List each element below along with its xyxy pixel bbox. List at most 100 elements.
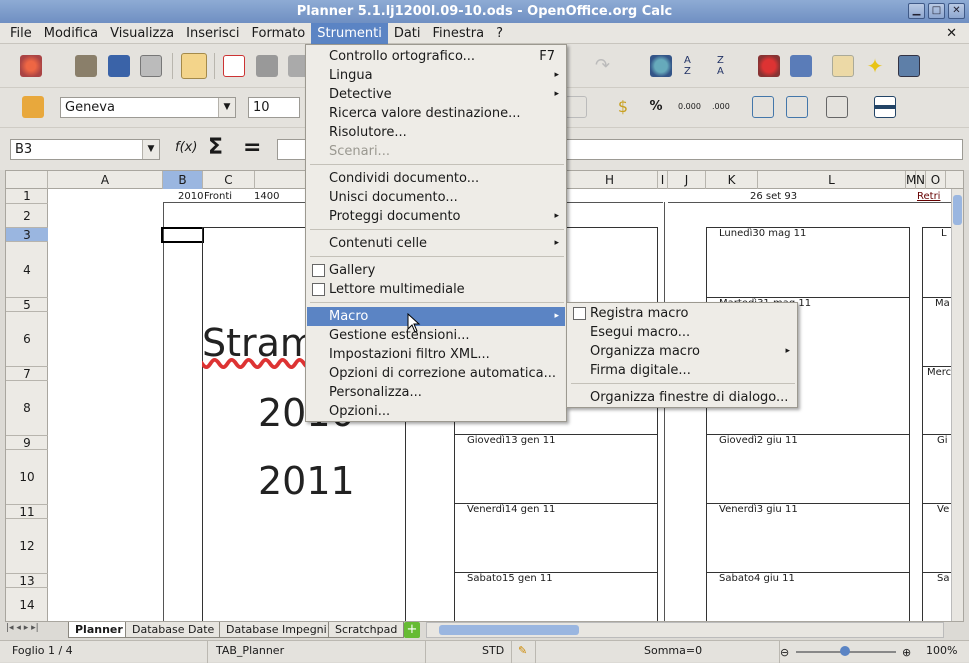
sheet-tab[interactable]: Planner: [68, 622, 130, 638]
horizontal-scrollbar[interactable]: [426, 622, 944, 638]
sheet-tab[interactable]: Scratchpad: [328, 622, 405, 638]
menu-inserisci[interactable]: Inserisci: [180, 23, 245, 44]
new-document-icon[interactable]: [20, 55, 42, 77]
column-header[interactable]: N: [916, 171, 926, 189]
zoom-level[interactable]: 100%: [922, 641, 968, 663]
menu-dati[interactable]: Dati: [388, 23, 427, 44]
row-header[interactable]: 6: [6, 312, 48, 367]
menu-modifica[interactable]: Modifica: [38, 23, 104, 44]
increase-indent-icon[interactable]: [786, 96, 808, 118]
row-header[interactable]: 11: [6, 505, 48, 519]
menu-item-gallery[interactable]: Gallery: [307, 261, 565, 280]
column-header[interactable]: L: [758, 171, 906, 189]
column-header[interactable]: C: [203, 171, 255, 189]
sort-ascending-icon[interactable]: AZ: [684, 55, 706, 77]
sum-display[interactable]: Somma=0: [640, 641, 780, 663]
styles-icon[interactable]: [22, 96, 44, 118]
add-sheet-icon[interactable]: +: [404, 622, 420, 638]
zoom-in-icon[interactable]: ⊕: [902, 646, 911, 659]
scroll-thumb[interactable]: [953, 195, 962, 225]
menu-item-gestione-estensioni[interactable]: Gestione estensioni...: [307, 326, 565, 345]
menu-item-esegui-macro[interactable]: Esegui macro...: [568, 323, 796, 342]
merge-cells-icon[interactable]: [565, 96, 587, 118]
column-header[interactable]: B: [163, 171, 203, 189]
row-header[interactable]: 3: [6, 228, 48, 242]
currency-icon[interactable]: $: [612, 96, 634, 118]
email-icon[interactable]: [140, 55, 162, 77]
menu-item-controllo-ortografico[interactable]: Controllo ortografico... F7: [307, 47, 565, 66]
menu-help[interactable]: ?: [490, 23, 509, 44]
row-header[interactable]: 12: [6, 519, 48, 574]
save-icon[interactable]: [108, 55, 130, 77]
gallery-icon[interactable]: [898, 55, 920, 77]
sort-descending-icon[interactable]: ZA: [717, 55, 739, 77]
minimize-button[interactable]: ▁: [908, 3, 925, 19]
draw-functions-icon[interactable]: [790, 55, 812, 77]
menu-item-organizza-macro[interactable]: Organizza macro ▸: [568, 342, 796, 361]
maximize-button[interactable]: □: [928, 3, 945, 19]
corner-select-all[interactable]: [6, 171, 48, 189]
menu-strumenti[interactable]: Strumenti: [311, 22, 388, 44]
chart-icon[interactable]: [758, 55, 780, 77]
menu-item-personalizza[interactable]: Personalizza...: [307, 383, 565, 402]
menu-item-firma-digitale[interactable]: Firma digitale...: [568, 361, 796, 380]
zoom-out-icon[interactable]: ⊖: [780, 646, 789, 659]
hyperlink-icon[interactable]: [650, 55, 672, 77]
redo-icon[interactable]: ↷: [595, 55, 617, 77]
close-window-button[interactable]: ✕: [948, 3, 965, 19]
sum-icon[interactable]: Σ: [208, 135, 223, 160]
borders-icon[interactable]: [826, 96, 848, 118]
function-icon[interactable]: =: [243, 135, 261, 160]
name-box[interactable]: B3 ▼: [10, 139, 160, 160]
print-icon[interactable]: [256, 55, 278, 77]
sheet-tab[interactable]: Database Impegni: [219, 622, 334, 638]
selection-mode[interactable]: STD: [478, 641, 512, 663]
find-replace-icon[interactable]: [832, 55, 854, 77]
navigator-icon[interactable]: ✦: [864, 55, 886, 77]
chevron-down-icon[interactable]: ▼: [218, 98, 235, 117]
menu-item-ricerca-valore[interactable]: Ricerca valore destinazione...: [307, 104, 565, 123]
font-name-box[interactable]: Geneva ▼: [60, 97, 236, 118]
export-pdf-icon[interactable]: [223, 55, 245, 77]
zoom-slider-thumb[interactable]: [840, 646, 850, 656]
menu-item-impostazioni-filtro-xml[interactable]: Impostazioni filtro XML...: [307, 345, 565, 364]
menu-item-macro[interactable]: Macro ▸: [307, 307, 565, 326]
tab-navigation-icon[interactable]: |◂ ◂ ▸ ▸|: [6, 623, 39, 633]
menu-item-proteggi-documento[interactable]: Proteggi documento ▸: [307, 207, 565, 226]
row-header[interactable]: 8: [6, 381, 48, 436]
row-header[interactable]: 4: [6, 242, 48, 298]
menu-item-risolutore[interactable]: Risolutore...: [307, 123, 565, 142]
row-header[interactable]: 13: [6, 574, 48, 588]
selected-cell[interactable]: [161, 227, 204, 243]
column-header[interactable]: J: [668, 171, 706, 189]
row-header[interactable]: 1: [6, 189, 48, 204]
add-decimal-icon[interactable]: 0.000: [678, 96, 704, 118]
open-folder-icon[interactable]: [75, 55, 97, 77]
menu-item-lingua[interactable]: Lingua ▸: [307, 66, 565, 85]
row-header[interactable]: 10: [6, 450, 48, 505]
row-header[interactable]: 9: [6, 436, 48, 450]
menu-item-opzioni-correzione[interactable]: Opzioni di correzione automatica...: [307, 364, 565, 383]
font-size-box[interactable]: 10: [248, 97, 300, 118]
menu-item-contenuti-celle[interactable]: Contenuti celle ▸: [307, 234, 565, 253]
column-header[interactable]: I: [658, 171, 668, 189]
decrease-indent-icon[interactable]: [752, 96, 774, 118]
percent-icon[interactable]: %: [645, 96, 667, 118]
column-header[interactable]: H: [562, 171, 658, 189]
vertical-scrollbar[interactable]: [951, 189, 963, 621]
menu-formato[interactable]: Formato: [246, 23, 312, 44]
row-header[interactable]: 2: [6, 204, 48, 228]
column-header[interactable]: K: [706, 171, 758, 189]
row-header[interactable]: 5: [6, 298, 48, 312]
column-header[interactable]: A: [48, 171, 163, 189]
row-header[interactable]: 14: [6, 588, 48, 621]
sheet-tab[interactable]: Database Date: [125, 622, 222, 638]
page-style[interactable]: TAB_Planner: [212, 641, 426, 663]
menu-visualizza[interactable]: Visualizza: [104, 23, 180, 44]
close-document-icon[interactable]: ✕: [946, 23, 957, 44]
menu-item-registra-macro[interactable]: Registra macro: [568, 304, 796, 323]
menu-item-organizza-finestre-dialogo[interactable]: Organizza finestre di dialogo...: [568, 388, 796, 407]
menu-item-lettore-multimediale[interactable]: Lettore multimediale: [307, 280, 565, 299]
line-style-icon[interactable]: [874, 96, 896, 118]
chevron-down-icon[interactable]: ▼: [142, 140, 159, 159]
